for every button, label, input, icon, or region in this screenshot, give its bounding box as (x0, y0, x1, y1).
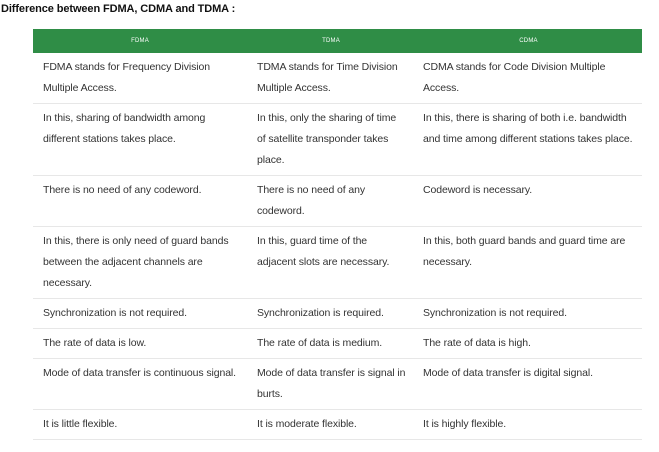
table-row: Synchronization is not required. Synchro… (33, 298, 642, 329)
header-fdma: FDMA (33, 29, 247, 53)
cell-tdma: Mode of data transfer is signal in burts… (247, 358, 415, 410)
cell-fdma: FDMA stands for Frequency Division Multi… (33, 53, 247, 104)
cell-fdma: Synchronization is not required. (33, 298, 247, 329)
cell-tdma: Synchronization is required. (247, 298, 415, 329)
table-header: FDMA TDMA CDMA (33, 29, 642, 53)
table-header-row: FDMA TDMA CDMA (33, 29, 642, 53)
cell-fdma: In this, there is only need of guard ban… (33, 226, 247, 299)
cell-cdma: Codeword is necessary. (415, 175, 642, 227)
comparison-table: FDMA TDMA CDMA FDMA stands for Frequency… (33, 29, 642, 440)
cell-cdma: In this, both guard bands and guard time… (415, 226, 642, 299)
cell-fdma: It is little flexible. (33, 409, 247, 440)
table-body: FDMA stands for Frequency Division Multi… (33, 53, 642, 440)
cell-tdma: In this, only the sharing of time of sat… (247, 103, 415, 176)
cell-fdma: In this, sharing of bandwidth among diff… (33, 103, 247, 176)
table-row: In this, there is only need of guard ban… (33, 226, 642, 299)
table-row: FDMA stands for Frequency Division Multi… (33, 53, 642, 104)
cell-tdma: TDMA stands for Time Division Multiple A… (247, 53, 415, 104)
page-heading: Difference between FDMA, CDMA and TDMA : (1, 3, 236, 15)
header-cdma: CDMA (415, 29, 642, 53)
table-row: There is no need of any codeword. There … (33, 175, 642, 227)
cell-tdma: The rate of data is medium. (247, 328, 415, 359)
cell-tdma: There is no need of any codeword. (247, 175, 415, 227)
cell-tdma: It is moderate flexible. (247, 409, 415, 440)
cell-fdma: The rate of data is low. (33, 328, 247, 359)
cell-cdma: The rate of data is high. (415, 328, 642, 359)
cell-cdma: Mode of data transfer is digital signal. (415, 358, 642, 410)
cell-cdma: CDMA stands for Code Division Multiple A… (415, 53, 642, 104)
cell-fdma: There is no need of any codeword. (33, 175, 247, 227)
cell-fdma: Mode of data transfer is continuous sign… (33, 358, 247, 410)
table-row: In this, sharing of bandwidth among diff… (33, 103, 642, 176)
cell-cdma: Synchronization is not required. (415, 298, 642, 329)
table-row: The rate of data is low. The rate of dat… (33, 328, 642, 359)
table-row: Mode of data transfer is continuous sign… (33, 358, 642, 410)
table-row: It is little flexible. It is moderate fl… (33, 409, 642, 440)
cell-cdma: It is highly flexible. (415, 409, 642, 440)
cell-cdma: In this, there is sharing of both i.e. b… (415, 103, 642, 176)
cell-tdma: In this, guard time of the adjacent slot… (247, 226, 415, 299)
header-tdma: TDMA (247, 29, 415, 53)
